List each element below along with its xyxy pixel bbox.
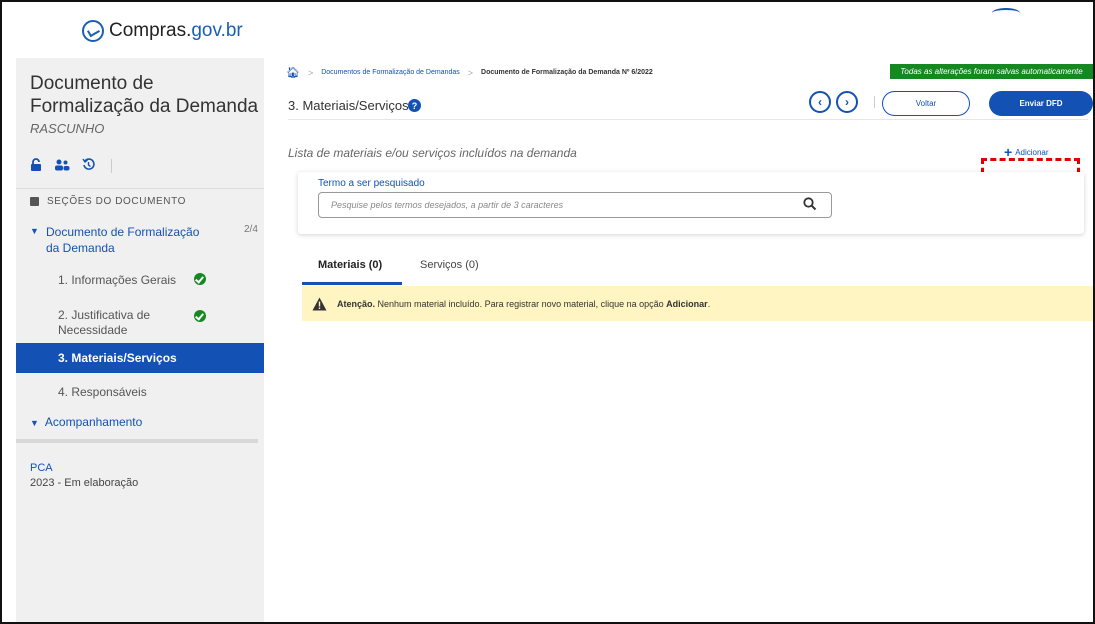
sections-header: SEÇÕES DO DOCUMENTO [30,196,186,207]
sidebar-item-label: 4. Responsáveis [58,385,147,399]
active-tab-indicator [302,282,402,285]
voltar-button[interactable]: Voltar [882,91,970,116]
sidebar-group-label: Acompanhamento [44,415,143,429]
brand-mark-icon [82,20,104,42]
breadcrumb: 🏠︎ > Documentos de Formalização de Deman… [286,66,653,79]
sidebar-item-label: 3. Materiais/Serviços [58,351,177,365]
brand-name: Compras.gov.br [109,20,243,42]
chevron-down-icon: ▼ [30,418,39,428]
empty-list-alert: Atenção. Nenhum material incluído. Para … [302,286,1093,321]
breadcrumb-current: Documento de Formalização da Demanda Nº … [481,69,653,76]
check-circle-icon [194,273,206,285]
home-icon[interactable]: 🏠︎ [286,66,300,79]
sidebar: Documento de Formalização da Demanda RAS… [16,58,264,622]
brand-suffix: gov.br [191,20,243,41]
sidebar-group-count: 2/4 [244,224,258,235]
pca-value: 2023 - Em elaboração [30,477,139,489]
search-icon[interactable] [802,196,818,212]
chevron-down-icon: ▼ [30,226,39,236]
sidebar-item-label: 2. Justificativa de Necessidade [58,308,151,337]
tab-servicos[interactable]: Serviços (0) [420,259,479,271]
chevron-right-icon: › [845,95,849,109]
sidebar-item-responsaveis[interactable]: 4. Responsáveis [16,383,264,405]
sidebar-group-acompanhamento[interactable]: ▼ Acompanhamento [30,415,142,429]
sections-icon [30,197,39,206]
users-icon[interactable] [54,158,70,174]
nav-divider [874,96,875,108]
page-title: 3. Materiais/Serviços [288,98,409,113]
sidebar-scrollbar[interactable] [16,439,258,443]
history-icon[interactable] [82,158,95,174]
alert-action: Adicionar [666,298,708,309]
add-item-label: Adicionar [1015,147,1049,157]
alert-body: Nenhum material incluído. Para registrar… [375,298,667,309]
actions-divider [111,159,112,173]
breadcrumb-link[interactable]: Documentos de Formalização de Demandas [321,69,460,76]
sidebar-item-justificativa[interactable]: 2. Justificativa de Necessidade [16,308,264,344]
check-circle-icon [194,310,206,322]
document-actions [30,158,112,174]
warning-icon [312,297,327,311]
alert-message: Atenção. Nenhum material incluído. Para … [337,299,710,309]
chevron-left-icon: ‹ [818,95,822,109]
app-window: Compras.gov.br Documento de Formalização… [0,0,1095,624]
enviar-dfd-button[interactable]: Enviar DFD [989,91,1093,116]
tab-materiais[interactable]: Materiais (0) [318,259,382,271]
user-avatar-icon[interactable] [992,8,1020,18]
brand-logo[interactable]: Compras.gov.br [82,20,243,42]
previous-section-button[interactable]: ‹ [809,91,831,113]
sidebar-divider [16,188,264,189]
breadcrumb-separator: > [467,67,474,78]
sidebar-group-label: Documento de Formalização da Demanda [46,225,200,255]
alert-lead: Atenção. [337,298,376,309]
document-title: Documento de Formalização da Demanda [30,73,259,117]
brand-prefix: Compras. [109,20,192,41]
sections-header-label: SEÇÕES DO DOCUMENTO [47,196,187,207]
pca-label: PCA [30,462,53,474]
autosave-status-badge: Todas as alterações foram salvas automat… [890,64,1093,79]
breadcrumb-separator: > [307,67,314,78]
top-bar: Compras.gov.br [2,2,1093,58]
header-divider [288,119,1088,120]
list-caption: Lista de materiais e/ou serviços incluíd… [288,146,577,160]
item-tabs: Materiais (0) Serviços (0) [302,250,1093,288]
sidebar-item-label: 1. Informações Gerais [58,273,177,287]
search-input[interactable] [318,192,832,218]
next-section-button[interactable]: › [836,91,858,113]
alert-end: . [707,298,711,309]
search-card: Termo a ser pesquisado [298,172,1084,234]
main-content: 🏠︎ > Documentos de Formalização de Deman… [278,58,1093,622]
sidebar-item-informacoes-gerais[interactable]: 1. Informações Gerais [16,270,264,294]
sidebar-item-materiais-servicos[interactable]: 3. Materiais/Serviços [16,343,264,373]
help-icon[interactable]: ? [408,99,421,112]
search-label: Termo a ser pesquisado [318,178,425,189]
unlock-icon[interactable] [30,158,42,174]
document-status: RASCUNHO [30,121,105,136]
